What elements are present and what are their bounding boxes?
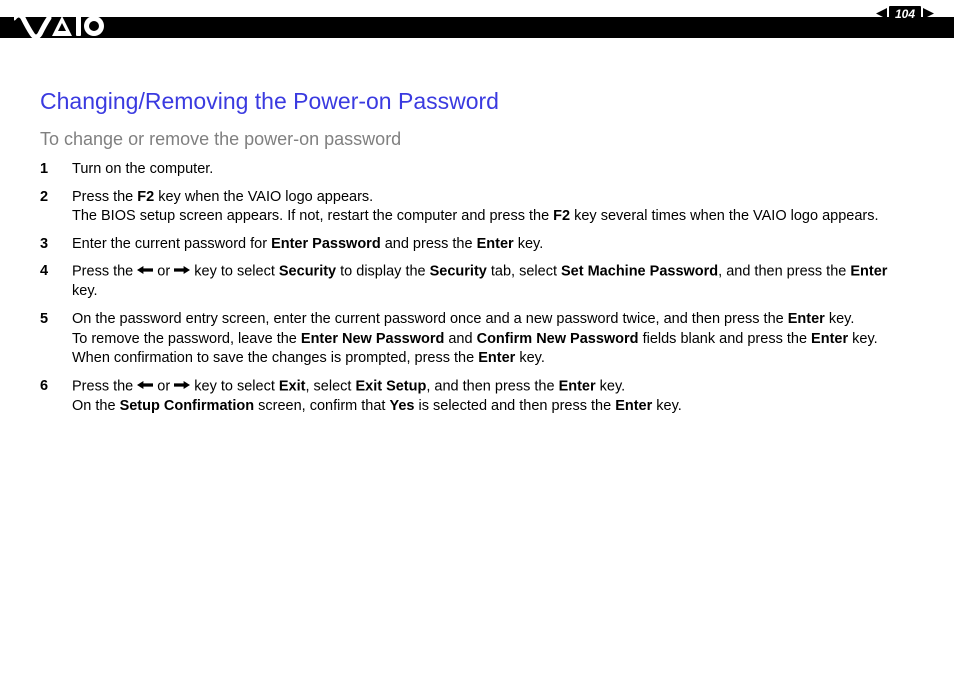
step-text: Press the F2 key when the VAIO logo appe… — [72, 188, 914, 227]
arrow-right-icon — [174, 377, 190, 397]
step-number: 4 — [40, 262, 54, 302]
page-navigation: 104 — [741, 6, 934, 22]
document-content: Changing/Removing the Power-on Password … — [40, 88, 914, 424]
arrow-left-icon — [137, 377, 153, 397]
arrow-left-icon — [137, 262, 153, 282]
step-text: Turn on the computer. — [72, 160, 914, 180]
nav-prev-icon[interactable] — [876, 7, 887, 22]
step-number: 6 — [40, 377, 54, 417]
arrow-right-icon — [174, 262, 190, 282]
step-number: 5 — [40, 310, 54, 369]
page-meta: 104 Customizing Your VAIO Computer — [741, 6, 934, 36]
step-text: On the password entry screen, enter the … — [72, 310, 914, 369]
instruction-list: 1 Turn on the computer. 2 Press the F2 key … — [40, 160, 914, 416]
page-number: 104 — [889, 6, 921, 22]
instruction-step: 1 Turn on the computer. — [40, 160, 914, 180]
step-number: 3 — [40, 235, 54, 255]
step-text: Press the or key to select Security to d… — [72, 262, 914, 302]
page-subtitle: To change or remove the power-on passwor… — [40, 129, 914, 150]
page-title: Changing/Removing the Power-on Password — [40, 88, 914, 115]
instruction-step: 6 Press the or key to select Exit, select… — [40, 377, 914, 417]
section-breadcrumb: Customizing Your VAIO Computer — [741, 22, 934, 36]
vaio-logo — [14, 14, 106, 45]
instruction-step: 4 Press the or key to select Security to … — [40, 262, 914, 302]
instruction-step: 3 Enter the current password for Enter Pa… — [40, 235, 914, 255]
step-number: 2 — [40, 188, 54, 227]
instruction-step: 5 On the password entry screen, enter the… — [40, 310, 914, 369]
nav-next-icon[interactable] — [923, 7, 934, 22]
instruction-step: 2 Press the F2 key when the VAIO logo app… — [40, 188, 914, 227]
step-number: 1 — [40, 160, 54, 180]
step-text: Press the or key to select Exit, select … — [72, 377, 914, 417]
step-text: Enter the current password for Enter Pas… — [72, 235, 914, 255]
